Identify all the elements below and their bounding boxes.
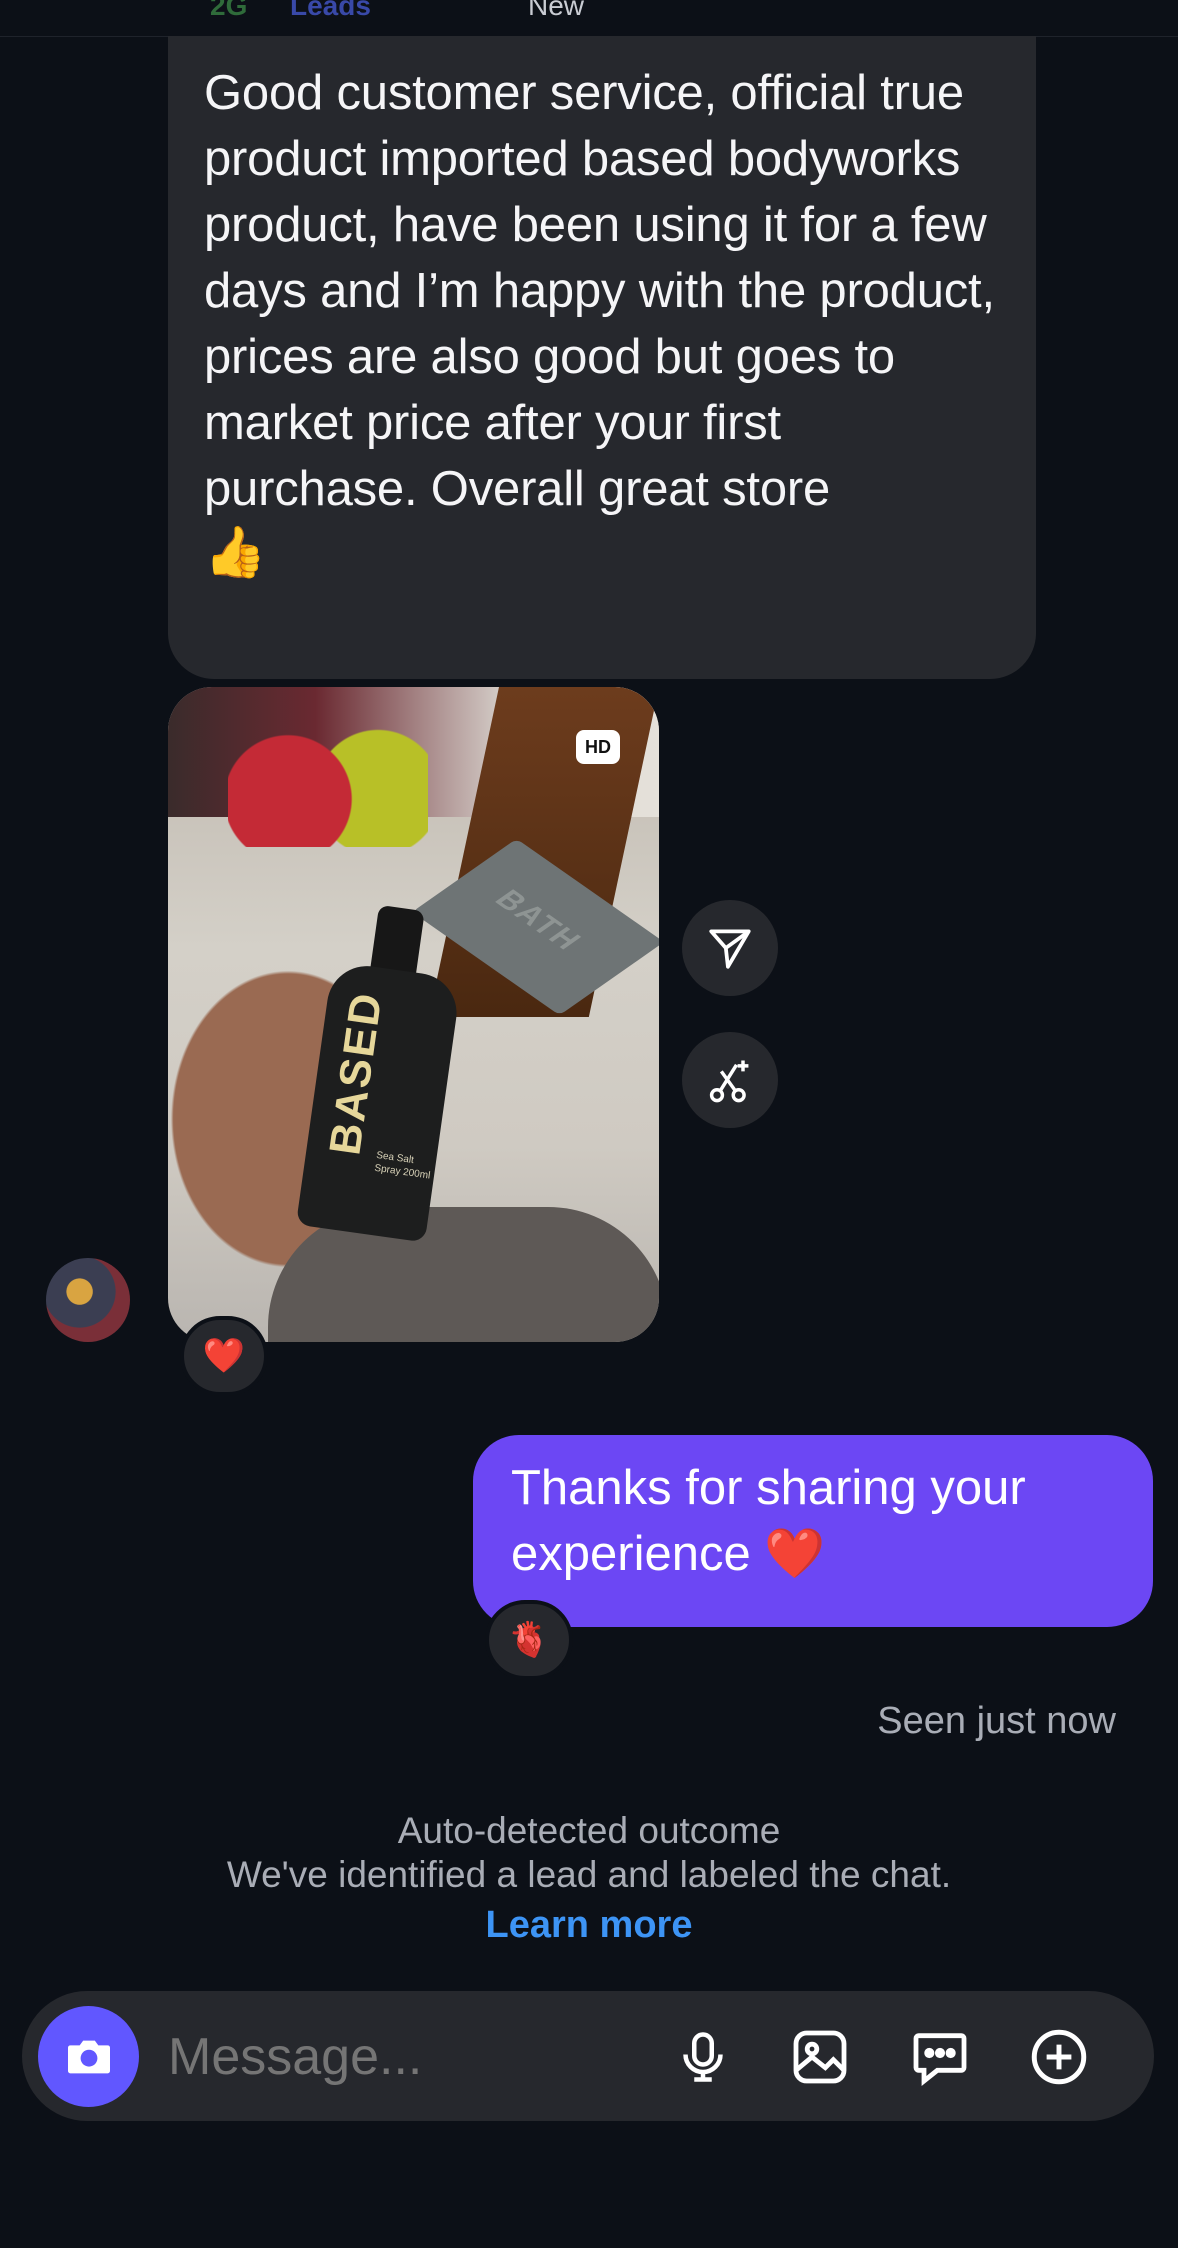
gallery-button[interactable] [779,2016,861,2098]
bottle-body: BASED Sea Salt Spray 200ml [295,960,462,1243]
incoming-message-bubble[interactable]: Good customer service, official true pro… [168,36,1036,679]
auto-detect-body: We've identified a lead and labeled the … [226,1854,952,1895]
plus-circle-icon [1031,2029,1087,2085]
seen-status: Seen just now [877,1700,1116,1742]
top-bar-left-text: 2G [210,0,248,21]
more-button[interactable] [1018,2016,1100,2098]
microphone-icon [683,2032,723,2082]
top-bar-partial: 2G Leads New [0,0,1178,37]
hd-badge: HD [576,730,620,764]
bottle-brand: BASED [320,988,392,1158]
image-icon [793,2030,847,2084]
bottle-label: Sea Salt Spray 200ml [373,1149,431,1182]
incoming-message-text: Good customer service, official true pro… [204,66,995,516]
incoming-reaction[interactable]: ❤️ [180,1316,268,1396]
photo-bags [228,727,428,847]
shared-photo[interactable]: BATH BASED Sea Salt Spray 200ml [168,687,659,1342]
sender-avatar[interactable] [46,1258,130,1342]
outgoing-message-bubble[interactable]: Thanks for sharing your experience ❤️ [473,1435,1153,1627]
sticker-button[interactable] [899,2016,981,2098]
voice-button[interactable] [662,2016,744,2098]
anatomical-heart-reaction: 🫀 [507,1621,551,1659]
scissors-sparkle-icon [709,1060,749,1103]
camera-icon [67,2040,110,2073]
send-icon [709,929,751,969]
outgoing-message-text: Thanks for sharing your experience ❤️ [511,1461,1026,1581]
camera-button[interactable] [38,2006,139,2107]
auto-detect-title: Auto-detected outcome [397,1810,781,1851]
share-button[interactable] [682,900,778,996]
message-composer [22,1991,1154,2121]
top-bar-right-text: New [528,0,585,21]
chat-bubble-icon [913,2033,967,2086]
outgoing-reaction[interactable]: 🫀 [485,1600,573,1680]
ai-edit-button[interactable] [682,1032,778,1128]
photo-mat-text: BATH [487,884,590,957]
thumbs-up-emoji: 👍 [204,524,267,580]
learn-more-link[interactable]: Learn more [0,1904,1178,1947]
top-bar-mid-text: Leads [290,0,371,21]
message-input[interactable] [168,2027,648,2087]
heart-reaction: ❤️ [202,1337,246,1375]
